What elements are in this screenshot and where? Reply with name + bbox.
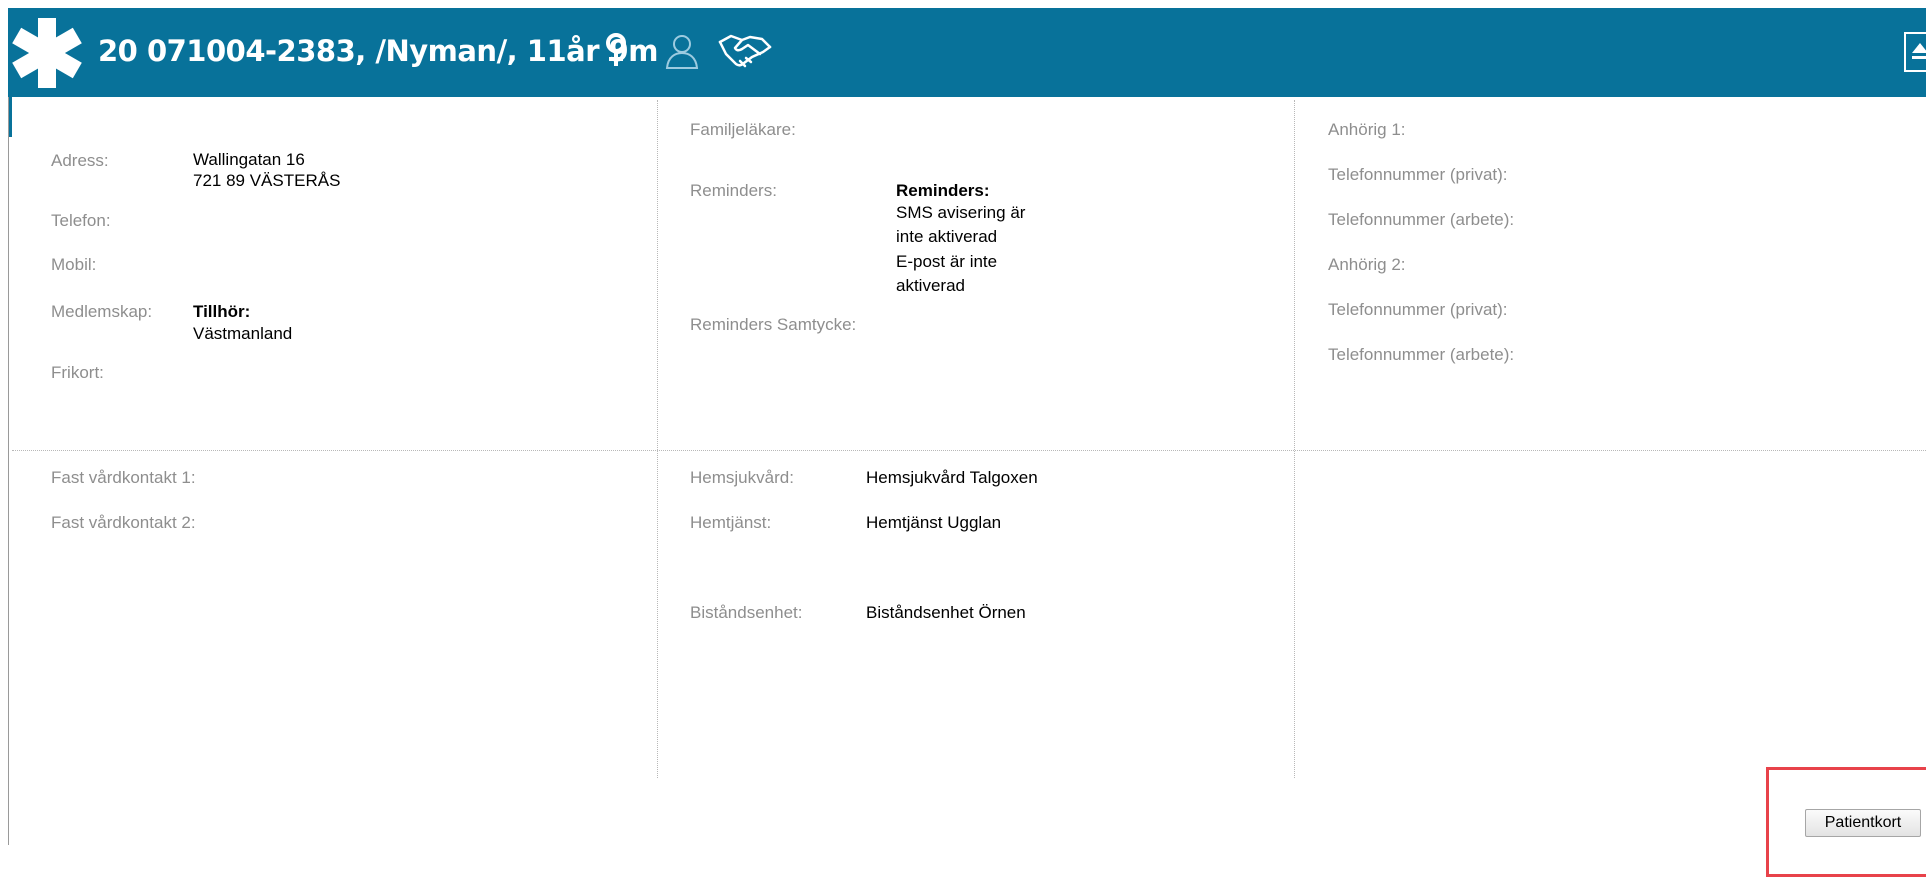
home-service-label: Hemtjänst: — [690, 513, 772, 532]
female-icon — [606, 33, 626, 66]
left-border — [8, 97, 9, 845]
home-care-value: Hemsjukvård Talgoxen — [866, 468, 1038, 487]
relative-2-label: Anhörig 2: — [1328, 255, 1406, 274]
relative-2-phone-work-label: Telefonnummer (arbete): — [1328, 345, 1515, 364]
care-contact-2-label: Fast vårdkontakt 2: — [51, 513, 196, 532]
membership-label: Medlemskap: — [51, 302, 153, 321]
reminders-consent-label: Reminders Samtycke: — [690, 315, 857, 334]
column-divider — [1294, 100, 1295, 778]
patient-title: 20 071004-2383, /Nyman/, 11år 9m — [98, 34, 659, 68]
person-outline-icon[interactable] — [663, 32, 701, 70]
reminders-title: Reminders: — [896, 181, 990, 200]
left-accent — [9, 97, 12, 137]
family-doctor-label: Familjeläkare: — [690, 120, 796, 139]
home-care-label: Hemsjukvård: — [690, 468, 794, 487]
address-line-1: Wallingatan 16 — [193, 150, 305, 169]
column-divider — [657, 100, 658, 778]
reminders-line: aktiverad — [896, 276, 965, 295]
patient-card-button[interactable]: Patientkort — [1805, 809, 1921, 837]
membership-value: Västmanland — [193, 324, 293, 343]
relative-1-phone-work-label: Telefonnummer (arbete): — [1328, 210, 1515, 229]
reminders-line: SMS avisering är — [896, 203, 1026, 222]
address-line-2: 721 89 VÄSTERÅS — [193, 171, 341, 190]
handshake-icon[interactable] — [718, 30, 772, 72]
patient-header: 20 071004-2383, /Nyman/, 11år 9m — [8, 8, 1926, 97]
home-service-value: Hemtjänst Ugglan — [866, 513, 1002, 532]
mobile-label: Mobil: — [51, 255, 97, 274]
reminders-line: inte aktiverad — [896, 227, 998, 246]
address-label: Adress: — [51, 151, 109, 170]
phone-label: Telefon: — [51, 211, 111, 230]
section-divider — [12, 450, 1926, 451]
reminders-line: E-post är inte — [896, 252, 998, 271]
reminders-label: Reminders: — [690, 181, 777, 200]
assistance-unit-value: Biståndsenhet Örnen — [866, 603, 1026, 622]
collapse-header-button[interactable] — [1904, 32, 1926, 72]
relative-2-phone-private-label: Telefonnummer (privat): — [1328, 300, 1508, 319]
care-contact-1-label: Fast vårdkontakt 1: — [51, 468, 196, 487]
frikort-label: Frikort: — [51, 363, 104, 382]
assistance-unit-label: Biståndsenhet: — [690, 603, 803, 622]
star-of-life-icon — [12, 18, 82, 88]
relative-1-label: Anhörig 1: — [1328, 120, 1406, 139]
membership-title: Tillhör: — [193, 302, 251, 321]
relative-1-phone-private-label: Telefonnummer (privat): — [1328, 165, 1508, 184]
